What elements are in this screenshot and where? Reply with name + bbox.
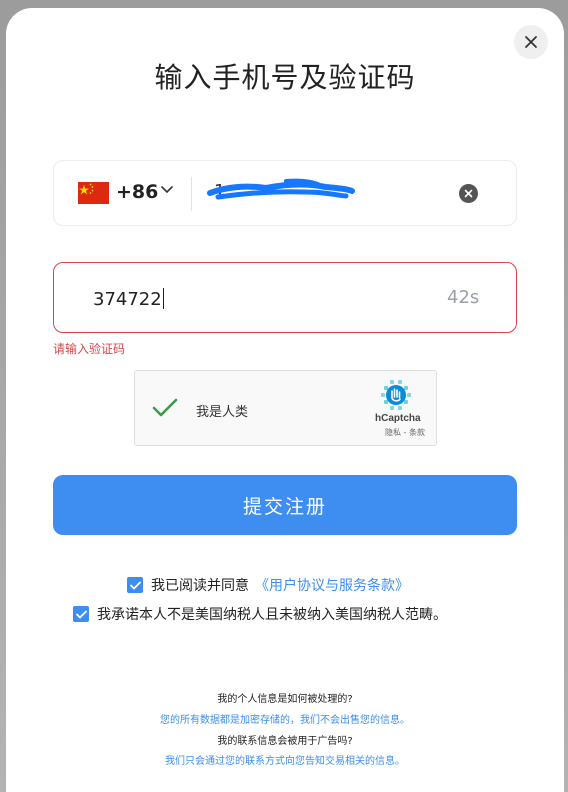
hcaptcha-privacy-terms-link[interactable]: 隐私 - 条款 — [385, 427, 425, 438]
error-message: 请输入验证码 — [53, 342, 126, 356]
close-icon — [525, 36, 537, 48]
verification-dialog: 输入手机号及验证码 +86 1 374722 42s 请输入验证码 我是人类 h… — [6, 8, 564, 792]
resend-countdown: 42s — [447, 287, 480, 308]
checkmark-icon[interactable] — [151, 397, 179, 419]
dialog-title: 输入手机号及验证码 — [154, 61, 416, 94]
terms-text: 我已阅读并同意 — [151, 578, 249, 594]
hcaptcha-brand: hCaptcha — [375, 413, 421, 424]
faq-answer-2: 我们只会通过您的联系方式向您告知交易相关的信息。 — [165, 756, 405, 767]
china-flag-icon[interactable] — [78, 182, 109, 204]
hcaptcha-widget[interactable]: 我是人类 hCaptcha 隐私 - 条款 — [134, 370, 437, 446]
terms-checkbox[interactable] — [127, 577, 143, 593]
check-icon — [129, 581, 141, 590]
verification-code-input[interactable]: 374722 — [93, 288, 164, 310]
verification-code-field[interactable]: 374722 42s — [53, 262, 517, 333]
country-divider — [191, 177, 192, 211]
faq-question-2: 我的联系信息会被用于广告吗? — [217, 736, 353, 747]
chevron-down-icon[interactable] — [161, 186, 173, 194]
country-code[interactable]: +86 — [116, 181, 158, 203]
tax-checkbox[interactable] — [73, 606, 89, 622]
tax-agreement-row: 我承诺本人不是美国纳税人且未被纳入美国纳税人范畴。 — [73, 604, 447, 624]
tax-text: 我承诺本人不是美国纳税人且未被纳入美国纳税人范畴。 — [97, 607, 447, 623]
clear-phone-button[interactable] — [459, 184, 478, 203]
close-button[interactable] — [514, 25, 548, 59]
submit-register-button[interactable]: 提交注册 — [53, 475, 517, 535]
terms-agreement-row: 我已阅读并同意 《用户协议与服务条款》 — [127, 575, 409, 595]
captcha-label: 我是人类 — [196, 405, 249, 420]
faq-question-1: 我的个人信息是如何被处理的? — [217, 694, 353, 705]
redaction-scribble — [207, 178, 355, 200]
phone-input-row: +86 1 — [53, 160, 517, 226]
faq-answer-1: 您的所有数据都是加密存储的，我们不会出售您的信息。 — [160, 715, 410, 726]
check-icon — [75, 610, 87, 619]
clear-circle-icon — [464, 189, 473, 198]
terms-link[interactable]: 《用户协议与服务条款》 — [255, 575, 409, 595]
text-caret — [162, 288, 164, 309]
hcaptcha-logo-icon — [381, 380, 411, 410]
